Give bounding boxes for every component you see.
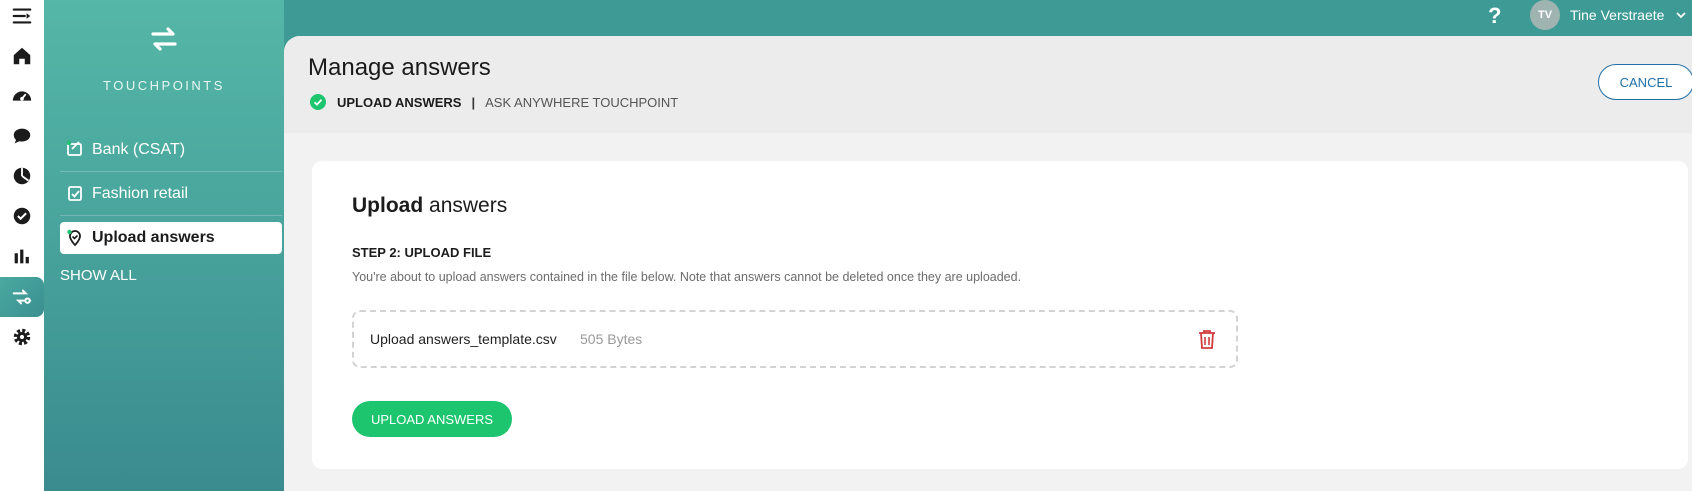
page-header: Manage answers UPLOAD ANSWERS | ASK ANYW… <box>284 36 1692 133</box>
trash-icon <box>1199 330 1215 349</box>
touchpoint-check-icon <box>68 186 82 201</box>
step-label: STEP 2: UPLOAD FILE <box>352 245 492 260</box>
touchpoint-item-bank[interactable]: Bank (CSAT) <box>60 128 282 172</box>
icon-rail <box>0 0 44 491</box>
breadcrumb-separator: | <box>471 94 476 110</box>
file-name: Upload answers_template.csv <box>370 331 557 347</box>
touchpoint-edit-icon <box>66 140 82 156</box>
main-content: Manage answers UPLOAD ANSWERS | ASK ANYW… <box>284 36 1692 491</box>
card-title: Upload answers <box>352 194 507 218</box>
breadcrumb-current: ASK ANYWHERE TOUCHPOINT <box>485 94 679 110</box>
dashboard-icon[interactable] <box>0 76 44 116</box>
upload-answers-button[interactable]: UPLOAD ANSWERS <box>352 401 512 437</box>
touchpoint-item-upload-answers[interactable]: Upload answers <box>60 222 282 254</box>
touchpoint-label: Upload answers <box>92 229 215 246</box>
help-icon[interactable]: ? <box>1488 3 1501 29</box>
user-name[interactable]: Tine Verstraete <box>1570 7 1664 23</box>
file-dropzone[interactable]: Upload answers_template.csv 505 Bytes <box>352 310 1238 368</box>
delete-file-button[interactable] <box>1196 328 1218 350</box>
touchpoint-item-fashion[interactable]: Fashion retail <box>60 172 282 216</box>
menu-icon[interactable] <box>0 0 44 36</box>
chat-icon[interactable] <box>0 116 44 156</box>
cancel-button[interactable]: CANCEL <box>1598 64 1692 100</box>
check-circle-icon[interactable] <box>0 196 44 236</box>
upload-card: Upload answers STEP 2: UPLOAD FILE You'r… <box>312 161 1688 469</box>
settings-icon[interactable] <box>0 317 44 357</box>
show-all-link[interactable]: SHOW ALL <box>60 267 137 284</box>
page-title: Manage answers <box>308 54 491 81</box>
avatar[interactable]: TV <box>1530 0 1560 30</box>
step-complete-icon <box>310 94 326 110</box>
touchpoint-location-icon <box>67 229 81 247</box>
touchpoint-label: Fashion retail <box>92 184 189 202</box>
breadcrumb-step[interactable]: UPLOAD ANSWERS <box>337 95 461 110</box>
file-size: 505 Bytes <box>580 331 643 347</box>
touchpoints-panel: TOUCHPOINTS Bank (CSAT) Fashion retail U… <box>44 0 284 491</box>
touchpoint-list: Bank (CSAT) Fashion retail Upload answer… <box>60 128 282 260</box>
panel-title: TOUCHPOINTS <box>103 78 225 93</box>
card-title-rest: answers <box>429 194 508 217</box>
pie-chart-icon[interactable] <box>0 156 44 196</box>
touchpoints-icon[interactable] <box>0 277 44 317</box>
chevron-down-icon[interactable] <box>1676 11 1686 19</box>
bar-chart-icon[interactable] <box>0 236 44 276</box>
home-icon[interactable] <box>0 36 44 76</box>
touchpoint-label: Bank (CSAT) <box>92 140 186 158</box>
step-description: You're about to upload answers contained… <box>352 270 1022 284</box>
touchpoints-logo-icon <box>44 22 284 61</box>
breadcrumb: UPLOAD ANSWERS | ASK ANYWHERE TOUCHPOINT <box>310 94 678 110</box>
card-title-bold: Upload <box>352 194 424 217</box>
